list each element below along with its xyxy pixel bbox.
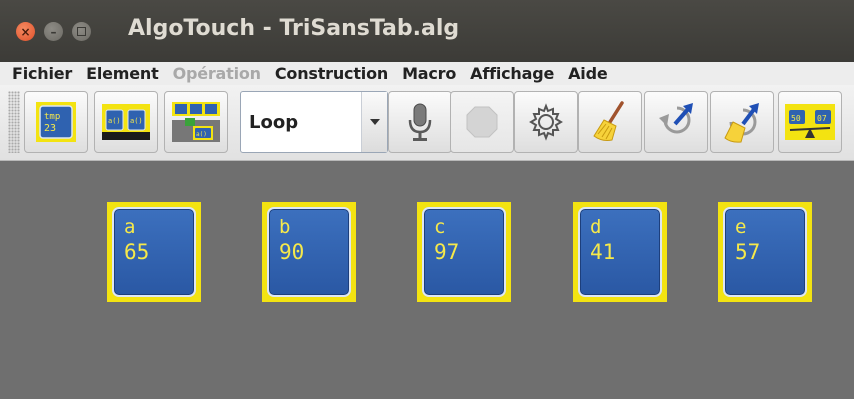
svg-text:50: 50 — [791, 114, 801, 123]
variable-name: e — [735, 216, 747, 238]
close-icon: × — [20, 24, 31, 39]
variable-name: a — [124, 216, 136, 238]
maximize-window-button[interactable] — [72, 22, 91, 41]
variable-box[interactable]: c 97 — [422, 207, 506, 297]
indexed-array-icon: a() — [172, 102, 220, 142]
new-array-button[interactable]: a() a() — [94, 91, 158, 153]
balance-compare-icon: 50 07 — [785, 104, 835, 140]
variable-value: 65 — [124, 240, 150, 264]
workspace-canvas[interactable]: a 65 b 90 c 97 d 41 e 57 — [0, 162, 854, 399]
variable-name: b — [279, 216, 291, 238]
compare-button[interactable]: 50 07 — [778, 91, 842, 153]
menu-aide[interactable]: Aide — [568, 64, 608, 83]
variable-box[interactable]: e 57 — [723, 207, 807, 297]
menu-fichier[interactable]: Fichier — [12, 64, 72, 83]
variable-b[interactable]: b 90 — [262, 202, 356, 302]
menu-affichage[interactable]: Affichage — [470, 64, 554, 83]
variable-e[interactable]: e 57 — [718, 202, 812, 302]
variable-name: c — [434, 216, 446, 238]
new-variable-button[interactable]: tmp 23 — [24, 91, 88, 153]
variable-value: 57 — [735, 240, 761, 264]
close-window-button[interactable]: × — [16, 22, 35, 41]
title-bar: × – AlgoTouch - TriSansTab.alg — [0, 0, 854, 62]
variable-a[interactable]: a 65 — [107, 202, 201, 302]
minimize-window-button[interactable]: – — [44, 22, 63, 41]
settings-button[interactable] — [514, 91, 578, 153]
variable-c[interactable]: c 97 — [417, 202, 511, 302]
variable-d[interactable]: d 41 — [573, 202, 667, 302]
clear-undo-button[interactable] — [710, 91, 774, 153]
variable-value: 97 — [434, 240, 460, 264]
svg-text:a(): a() — [196, 131, 207, 138]
microphone-icon — [408, 103, 432, 141]
record-button[interactable] — [388, 91, 452, 153]
menu-operation: Opération — [172, 64, 262, 83]
chevron-down-icon — [369, 119, 380, 125]
variable-box[interactable]: d 41 — [578, 207, 662, 297]
menu-bar: Fichier Element Opération Construction M… — [0, 62, 854, 85]
array-variables-icon: a() a() — [102, 104, 150, 140]
variable-value: 90 — [279, 240, 305, 264]
stop-icon — [466, 106, 498, 138]
svg-text:a(): a() — [108, 117, 121, 125]
tmp-variable-icon: tmp 23 — [36, 102, 76, 142]
toolbar: tmp 23 a() a() a() Loop 50 07 — [0, 85, 854, 161]
svg-text:tmp: tmp — [44, 112, 60, 122]
undo-icon — [659, 103, 693, 134]
gear-icon — [529, 103, 563, 141]
variable-name: d — [590, 216, 602, 238]
svg-text:07: 07 — [817, 114, 827, 123]
variable-box[interactable]: a 65 — [112, 207, 196, 297]
broom-undo-icon — [724, 103, 759, 143]
svg-text:23: 23 — [44, 123, 56, 134]
variable-box[interactable]: b 90 — [267, 207, 351, 297]
variable-value: 41 — [590, 240, 616, 264]
minimize-icon: – — [50, 24, 57, 39]
menu-element[interactable]: Element — [86, 64, 159, 83]
broom-icon — [593, 101, 624, 141]
stop-button — [450, 91, 514, 153]
clear-button[interactable] — [578, 91, 642, 153]
menu-construction[interactable]: Construction — [275, 64, 388, 83]
mode-select-value: Loop — [249, 111, 299, 133]
new-indexed-array-button[interactable]: a() — [164, 91, 228, 153]
menu-macro[interactable]: Macro — [402, 64, 456, 83]
toolbar-grip-handle[interactable] — [8, 91, 20, 153]
undo-button[interactable] — [644, 91, 708, 153]
mode-select-dropdown-button[interactable] — [361, 92, 387, 152]
mode-select[interactable]: Loop — [240, 91, 388, 153]
window-title: AlgoTouch - TriSansTab.alg — [128, 16, 460, 41]
svg-text:a(): a() — [130, 117, 143, 125]
